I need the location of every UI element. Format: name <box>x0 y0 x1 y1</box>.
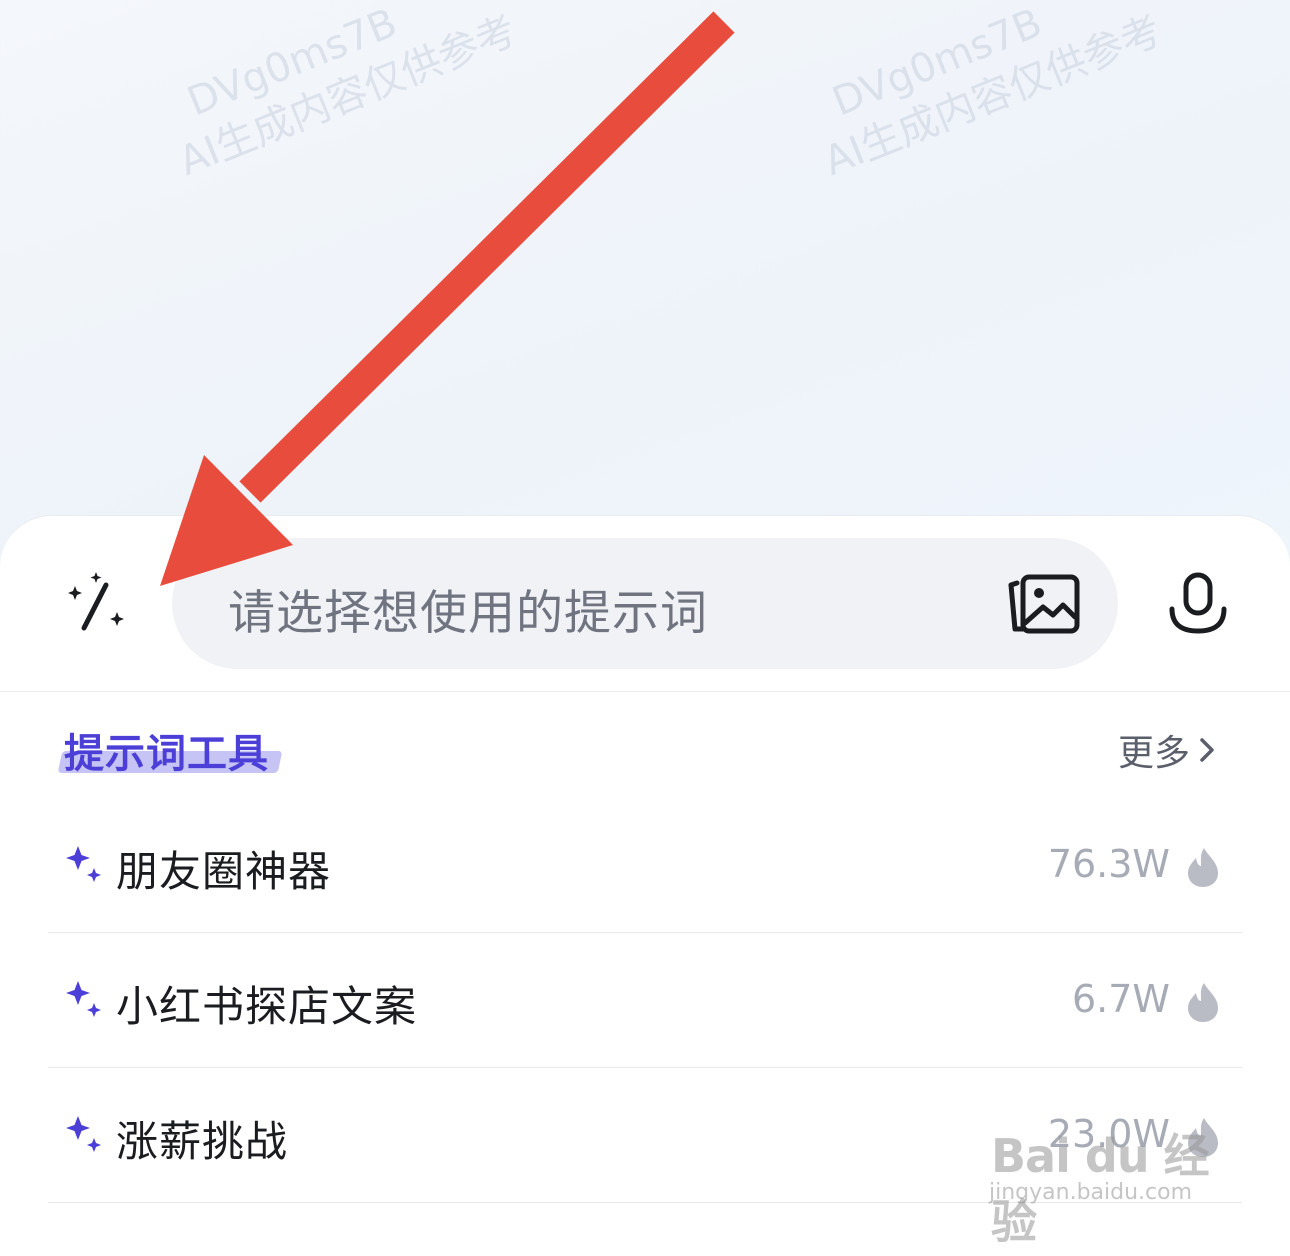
watermark-note: AI生成内容仅供参考 <box>817 7 1169 185</box>
section-title: 提示词工具 <box>64 731 269 777</box>
prompt-search-input[interactable]: 请选择想使用的提示词 <box>172 538 1118 669</box>
more-link[interactable]: 更多 <box>1118 724 1218 776</box>
fire-icon <box>1188 848 1218 887</box>
item-label: 朋友圈神器 <box>116 847 332 896</box>
list-item[interactable]: 小红书探店文案 6.7W <box>48 933 1242 1068</box>
usage-count: 23.0W <box>1047 1112 1170 1156</box>
fire-icon <box>1188 1118 1218 1157</box>
section-header: 提示词工具 <box>57 721 283 781</box>
ai-watermark: DVg0ms7B AI生成内容仅供参考 <box>173 0 524 185</box>
prompt-panel: 请选择想使用的提示词 提示词工具 更多 朋友圈神器 76.3W 小红书探店文案 … <box>0 515 1290 1256</box>
list-item[interactable]: 涨薪挑战 23.0W <box>48 1068 1242 1203</box>
prompt-list: 朋友圈神器 76.3W 小红书探店文案 6.7W 涨薪挑战 23.0W <box>48 798 1242 1203</box>
usage-count: 6.7W <box>1071 977 1170 1021</box>
list-item[interactable]: 朋友圈神器 76.3W <box>48 798 1242 933</box>
usage-count: 76.3W <box>1047 842 1170 886</box>
watermark-id: DVg0ms7B <box>181 0 404 126</box>
sparkle-icon <box>66 846 101 882</box>
input-bar: 请选择想使用的提示词 <box>0 516 1290 692</box>
chevron-right-icon <box>1200 738 1214 762</box>
more-label: 更多 <box>1117 733 1190 774</box>
fire-icon <box>1188 983 1218 1022</box>
watermark-note: AI生成内容仅供参考 <box>172 7 524 185</box>
microphone-icon[interactable] <box>1166 571 1230 639</box>
sparkle-slash-icon[interactable] <box>62 568 132 638</box>
item-label: 涨薪挑战 <box>116 1117 289 1166</box>
sparkle-icon <box>66 1116 101 1152</box>
image-icon[interactable] <box>1007 571 1083 637</box>
watermark-id: DVg0ms7B <box>826 0 1049 126</box>
ai-watermark: DVg0ms7B AI生成内容仅供参考 <box>818 0 1169 185</box>
item-label: 小红书探店文案 <box>116 982 418 1031</box>
search-placeholder: 请选择想使用的提示词 <box>228 586 708 641</box>
sparkle-icon <box>66 981 101 1017</box>
